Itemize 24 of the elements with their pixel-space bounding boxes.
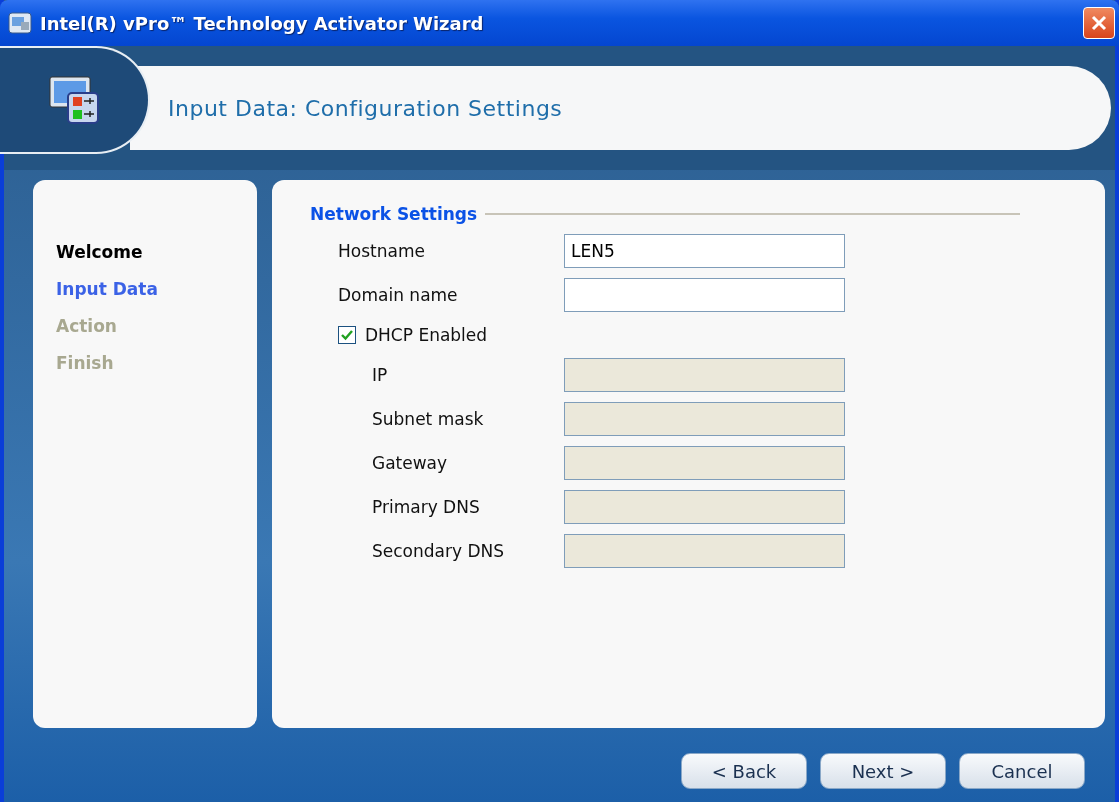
field-label: Hostname [338, 241, 426, 261]
field-label: Gateway [372, 453, 449, 473]
field-label: Primary DNS [372, 497, 481, 517]
computer-settings-icon [48, 75, 100, 125]
field-label: IP [372, 365, 389, 385]
field-label: Subnet mask [372, 409, 485, 429]
step-item: Welcome [56, 242, 144, 262]
wizard-button[interactable]: Cancel [959, 753, 1085, 789]
app-icon [8, 11, 32, 35]
field-label: Domain name [338, 285, 459, 305]
close-icon[interactable] [1083, 7, 1115, 39]
input-field[interactable]: LEN5 [564, 234, 845, 268]
wizard-button[interactable]: < Back [681, 753, 807, 789]
window-title: Intel(R) vPro™ Technology Activator Wizard [40, 12, 485, 34]
section-title: Network Settings [310, 204, 478, 224]
field-label: Secondary DNS [372, 541, 506, 561]
page-heading: Input Data: Configuration Settings [168, 95, 563, 121]
step-item: Finish [56, 353, 115, 373]
checkbox-label: DHCP Enabled [365, 325, 488, 345]
checkbox[interactable] [338, 326, 356, 344]
step-item: Input Data [56, 279, 159, 299]
wizard-button[interactable]: Next > [820, 753, 946, 789]
step-item: Action [56, 316, 118, 336]
input-field[interactable] [564, 278, 845, 312]
